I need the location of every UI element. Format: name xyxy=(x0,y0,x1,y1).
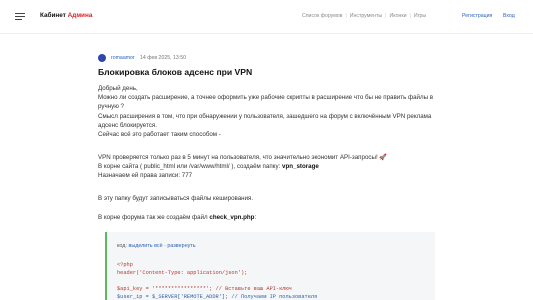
file-line: В корне форума так же создаём файл xyxy=(98,214,208,221)
vpn-line: VPN проверяется только раз в 5 минут на … xyxy=(98,154,378,161)
code-line: <?php xyxy=(117,262,133,268)
code-label: код: xyxy=(117,243,127,249)
login-link[interactable]: Вход xyxy=(503,13,515,19)
post-paragraph: Добрый день, xyxy=(98,85,138,92)
select-all-link[interactable]: выделить всё xyxy=(128,243,162,249)
rocket-icon: 🚀 xyxy=(379,154,388,161)
post-title: Блокировка блоков адсенс при VPN xyxy=(98,67,253,77)
logo-prefix: Кабинет xyxy=(40,12,66,19)
nav-separator: | xyxy=(345,13,347,19)
expand-link[interactable]: развернуть xyxy=(167,243,195,249)
file-name: check_vpn.php xyxy=(209,214,255,221)
post-paragraph: В эту папку будут записываться файлы кеш… xyxy=(98,195,254,202)
post-paragraph: В корне сайта ( public_html или /var/www… xyxy=(98,162,438,171)
logo-accent: Админа xyxy=(67,12,93,19)
code-line: header('Content-Type: application/json')… xyxy=(117,270,248,276)
author-link[interactable]: romaamor xyxy=(111,55,135,61)
menu-icon[interactable] xyxy=(15,13,25,21)
post-paragraph: В корне форума так же создаём файл check… xyxy=(98,213,438,222)
code-line: $api_key = '****************'; // Вставь… xyxy=(117,286,292,292)
code-separator: · xyxy=(164,243,166,249)
root-folder: vpn_storage xyxy=(282,163,319,171)
post-date: 14 фев 2025, 13:50 xyxy=(140,55,186,61)
post-vpn-section: VPN проверяется только раз в 5 минут на … xyxy=(98,153,438,181)
main-nav: Список форумов | Инструменты | Иконки | Игры xyxy=(302,13,426,19)
avatar[interactable] xyxy=(98,54,106,62)
site-header: Кабинет Админа Список форумов | Инструмент… xyxy=(0,0,533,34)
post-paragraph: Можно ли создать расширение, а точнее оф… xyxy=(98,94,434,111)
code-block: код: выделить всё · развернуть <?php hea… xyxy=(105,232,435,300)
root-line: В корне сайта ( public_html или /var/www… xyxy=(98,163,281,171)
post-intro: Добрый день, Можно ли создать расширение… xyxy=(98,84,438,139)
nav-separator: | xyxy=(385,13,387,19)
code-header: код: выделить всё · развернуть xyxy=(117,243,196,249)
nav-separator: | xyxy=(409,13,411,19)
nav-item-tools[interactable]: Инструменты xyxy=(350,13,382,19)
post-paragraph: VPN проверяется только раз в 5 минут на … xyxy=(98,153,438,162)
register-link[interactable]: Регистрация xyxy=(462,13,492,19)
post-paragraph: Смысл расширения в том, что при обнаруже… xyxy=(98,112,432,129)
post-paragraph: Сейчас всё это работает таким способом - xyxy=(98,131,221,139)
file-line-suffix: : xyxy=(254,214,257,221)
code-line: $user_ip = $_SERVER['REMOTE_ADDR']; // П… xyxy=(117,294,318,300)
post-paragraph: Назначаем ей права записи: 777 xyxy=(98,172,193,180)
nav-item-forums[interactable]: Список форумов xyxy=(302,13,342,19)
nav-item-games[interactable]: Игры xyxy=(414,13,426,19)
nav-item-icons[interactable]: Иконки xyxy=(390,13,407,19)
site-logo[interactable]: Кабинет Админа xyxy=(40,12,92,19)
